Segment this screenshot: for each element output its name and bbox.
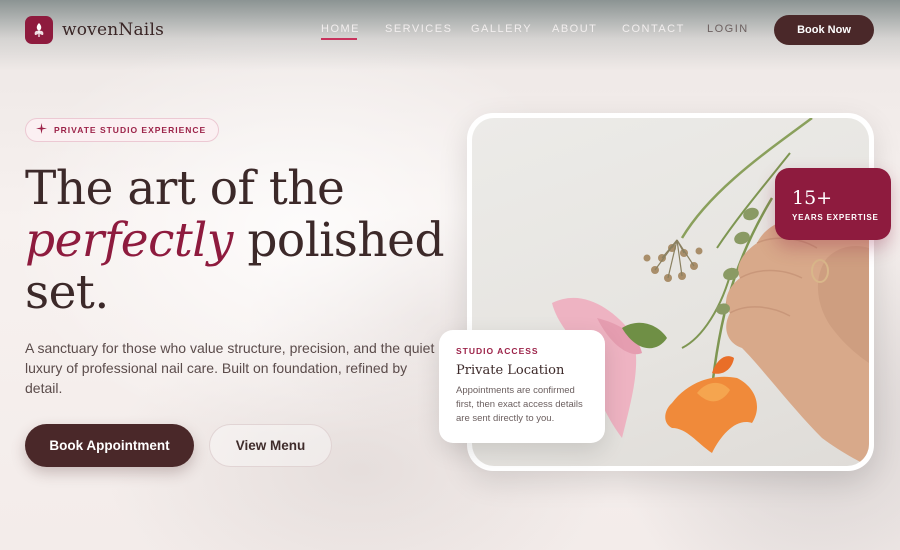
experience-number: 15+ <box>792 187 833 209</box>
access-title: Private Location <box>456 363 565 378</box>
studio-access-card: STUDIO ACCESS Private Location Appointme… <box>439 330 605 443</box>
nav-contact[interactable]: CONTACT <box>622 23 685 35</box>
hero-description: A sanctuary for those who value structur… <box>25 340 435 396</box>
nav-active-underline <box>321 38 357 40</box>
experience-label: YEARS EXPERTISE <box>792 213 879 222</box>
nav-about[interactable]: ABOUT <box>552 23 597 35</box>
badge-label: PRIVATE STUDIO EXPERIENCE <box>54 125 207 135</box>
flower-icon <box>25 16 53 44</box>
hero-headline: The art of the perfectly polished set. <box>25 163 455 319</box>
access-body: Appointments are confirmed first, then e… <box>456 385 583 424</box>
book-now-button[interactable]: Book Now <box>774 15 874 45</box>
nav-home-label: HOME <box>321 23 360 35</box>
brand-name: wovenNails <box>62 20 165 40</box>
nav-home[interactable]: HOME <box>321 23 360 40</box>
nav-services[interactable]: SERVICES <box>385 23 452 35</box>
access-kicker: STUDIO ACCESS <box>456 346 539 356</box>
view-menu-button[interactable]: View Menu <box>209 424 332 467</box>
site-header: wovenNails HOME SERVICES GALLERY ABOUT C… <box>0 0 900 60</box>
book-appointment-button[interactable]: Book Appointment <box>25 424 194 467</box>
experience-card: 15+ YEARS EXPERTISE <box>775 168 891 240</box>
studio-badge: PRIVATE STUDIO EXPERIENCE <box>25 118 220 142</box>
nav-login[interactable]: LOGIN <box>707 23 749 35</box>
headline-line-3: set. <box>25 265 109 320</box>
headline-accent: perfectly <box>25 213 233 268</box>
sparkle-icon <box>36 121 47 139</box>
nav-gallery[interactable]: GALLERY <box>471 23 532 35</box>
brand-logo[interactable]: wovenNails <box>25 16 164 44</box>
headline-line-1: The art of the <box>25 161 345 216</box>
headline-line-2: polished <box>232 213 445 268</box>
